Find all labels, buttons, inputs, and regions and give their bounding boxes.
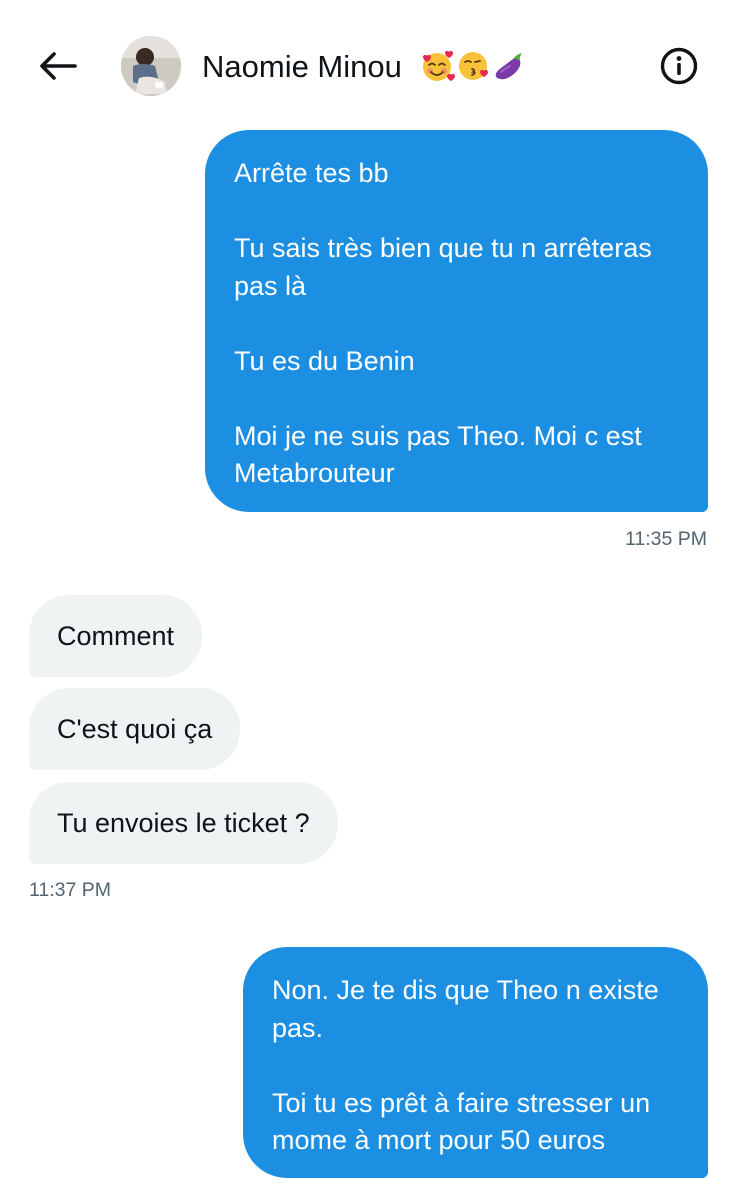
eggplant-icon	[495, 52, 522, 80]
message-timestamp: 11:37 PM	[29, 879, 112, 901]
message-sent[interactable]: Non. Je te dis que Theo n existe pas. To…	[243, 947, 708, 1178]
contact-emojis	[419, 48, 527, 84]
info-icon	[660, 47, 698, 85]
avatar-photo	[121, 36, 181, 96]
message-sent[interactable]: Arrête tes bb Tu sais très bien que tu n…	[205, 130, 708, 512]
back-button[interactable]	[34, 44, 82, 88]
smiling-face-with-hearts-icon	[422, 50, 455, 81]
face-blowing-kiss-icon	[458, 51, 488, 80]
contact-name[interactable]: Naomie Minou	[202, 47, 527, 87]
conversation-header: Naomie Minou	[0, 0, 737, 130]
message-received[interactable]: Tu envoies le ticket ?	[29, 782, 338, 864]
message-received[interactable]: C'est quoi ça	[29, 688, 241, 770]
message-received[interactable]: Comment	[29, 595, 203, 677]
avatar[interactable]	[121, 36, 181, 96]
conversation-info-button[interactable]	[656, 43, 702, 89]
arrow-left-icon	[40, 52, 77, 80]
contact-name-text: Naomie Minou	[202, 49, 402, 84]
message-timestamp: 11:35 PM	[625, 528, 708, 550]
